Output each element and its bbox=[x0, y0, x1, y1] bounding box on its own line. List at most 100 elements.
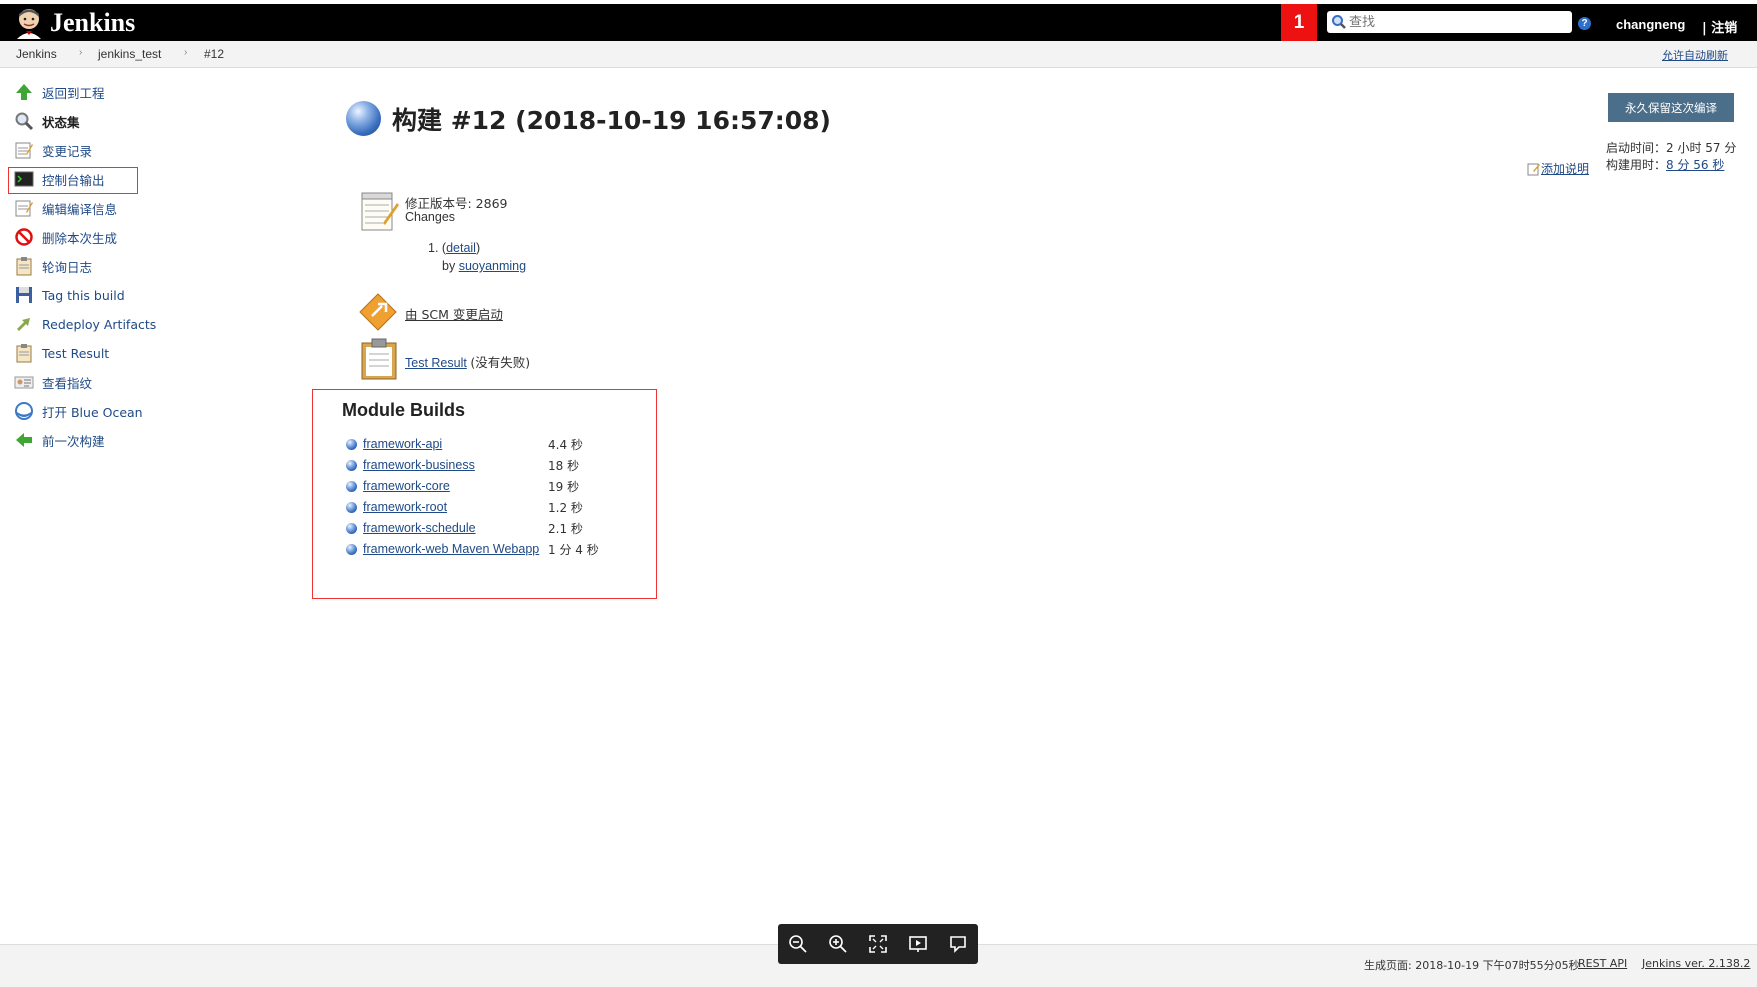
module-link[interactable]: framework-root bbox=[363, 500, 548, 514]
started-value: 2 小时 57 分 bbox=[1666, 141, 1737, 155]
search-icon bbox=[15, 112, 34, 131]
module-link[interactable]: framework-api bbox=[363, 437, 548, 451]
sidebar-item-label: Test Result bbox=[42, 345, 110, 361]
module-row: framework-schedule 2.1 秒 bbox=[346, 518, 583, 538]
sidebar-item-delete-build[interactable]: 删除本次生成 bbox=[14, 226, 117, 248]
build-duration: 构建用时：8 分 56 秒 bbox=[1606, 156, 1724, 173]
module-duration: 19 秒 bbox=[548, 479, 580, 494]
fingerprint-icon bbox=[14, 376, 34, 389]
search-input[interactable] bbox=[1347, 14, 1561, 30]
zoom-out-icon[interactable] bbox=[786, 932, 810, 956]
change-author-line: by suoyanming bbox=[442, 259, 526, 273]
breadcrumb-separator: › bbox=[184, 47, 188, 58]
module-row: framework-business 18 秒 bbox=[346, 455, 579, 475]
change-by-label: by bbox=[442, 259, 456, 273]
module-link[interactable]: framework-web Maven Webapp bbox=[363, 542, 548, 556]
module-status-ball-icon bbox=[346, 501, 357, 513]
sidebar-item-redeploy-artifacts[interactable]: Redeploy Artifacts bbox=[14, 313, 156, 335]
sidebar-item-status[interactable]: 状态集 bbox=[14, 110, 80, 132]
sidebar-item-label: Tag this build bbox=[42, 287, 125, 303]
module-row: framework-api 4.4 秒 bbox=[346, 434, 583, 454]
notification-badge[interactable]: 1 bbox=[1281, 4, 1317, 41]
duration-link[interactable]: 8 分 56 秒 bbox=[1666, 158, 1724, 172]
module-duration: 4.4 秒 bbox=[548, 437, 583, 452]
keep-build-forever-button[interactable]: 永久保留这次编译 bbox=[1608, 93, 1734, 122]
change-detail-link[interactable]: detail bbox=[446, 241, 476, 255]
page: Jenkins 1 ? changneng | 注销 Jenkins › jen… bbox=[0, 0, 1757, 987]
module-link[interactable]: framework-schedule bbox=[363, 521, 548, 535]
jenkins-version-link[interactable]: Jenkins ver. 2.138.2 bbox=[1642, 957, 1750, 970]
logout-link[interactable]: | 注销 bbox=[1702, 17, 1737, 36]
module-link[interactable]: framework-core bbox=[363, 479, 548, 493]
sidebar-item-label: 控制台输出 bbox=[42, 172, 105, 188]
sidebar-item-label: 打开 Blue Ocean bbox=[42, 404, 143, 420]
sidebar-item-label: 变更记录 bbox=[42, 143, 93, 159]
module-builds-title: Module Builds bbox=[342, 400, 465, 420]
image-viewer-toolbar bbox=[778, 924, 978, 964]
module-duration: 1.2 秒 bbox=[548, 500, 583, 515]
left-arrow-icon bbox=[16, 433, 32, 447]
module-link[interactable]: framework-business bbox=[363, 458, 548, 472]
clipboard-icon bbox=[16, 344, 32, 363]
clipboard-icon bbox=[16, 257, 32, 276]
rest-api-link[interactable]: REST API bbox=[1578, 957, 1627, 970]
sidebar-item-back-to-project[interactable]: 返回到工程 bbox=[14, 81, 105, 103]
sidebar-item-test-result[interactable]: Test Result bbox=[14, 342, 109, 364]
add-description-label: 添加说明 bbox=[1541, 162, 1590, 176]
sidebar-item-fingerprints[interactable]: 查看指纹 bbox=[14, 371, 92, 393]
build-status-ball-icon bbox=[346, 101, 381, 136]
sidebar-item-polling-log[interactable]: 轮询日志 bbox=[14, 255, 92, 277]
notepad-icon bbox=[361, 192, 399, 231]
started-time: 启动时间：2 小时 57 分 bbox=[1606, 139, 1736, 156]
notepad-icon bbox=[15, 200, 33, 217]
module-status-ball-icon bbox=[346, 522, 357, 534]
sidebar-item-console-output[interactable]: 控制台输出 bbox=[14, 168, 105, 190]
change-list-item: 1. (detail) bbox=[428, 241, 481, 255]
jenkins-butler-icon bbox=[17, 9, 41, 39]
module-status-ball-icon bbox=[346, 459, 357, 471]
breadcrumb-item-job[interactable]: jenkins_test bbox=[98, 47, 161, 61]
module-duration: 2.1 秒 bbox=[548, 521, 583, 536]
terminal-icon bbox=[14, 171, 34, 187]
sidebar-item-tag-build[interactable]: Tag this build bbox=[14, 284, 125, 306]
breadcrumb-separator: › bbox=[79, 47, 83, 58]
sidebar-item-blue-ocean[interactable]: 打开 Blue Ocean bbox=[14, 400, 143, 422]
up-arrow-icon bbox=[16, 84, 32, 100]
change-author-link[interactable]: suoyanming bbox=[459, 259, 526, 273]
breadcrumb-item-build[interactable]: #12 bbox=[204, 47, 224, 61]
top-header: Jenkins 1 ? changneng | 注销 bbox=[0, 4, 1757, 41]
scm-cause-link[interactable]: 由 SCM 变更启动 bbox=[405, 304, 503, 323]
zoom-in-icon[interactable] bbox=[826, 932, 850, 956]
jenkins-logo[interactable]: Jenkins bbox=[14, 6, 135, 40]
module-duration: 18 秒 bbox=[548, 458, 580, 473]
fullscreen-icon[interactable] bbox=[866, 932, 890, 956]
test-result-line: Test Result (没有失败) bbox=[405, 352, 530, 371]
duration-label: 构建用时： bbox=[1606, 158, 1667, 172]
help-icon[interactable]: ? bbox=[1578, 17, 1591, 30]
module-status-ball-icon bbox=[346, 438, 357, 450]
sidebar-item-edit-build-info[interactable]: 编辑编译信息 bbox=[14, 197, 117, 219]
add-description-link[interactable]: 添加说明 bbox=[1527, 160, 1589, 177]
scm-diamond-icon bbox=[359, 293, 397, 331]
present-icon[interactable] bbox=[906, 932, 930, 956]
sidebar-item-previous-build[interactable]: 前一次构建 bbox=[14, 429, 105, 451]
username-link[interactable]: changneng bbox=[1616, 17, 1685, 32]
search-box[interactable] bbox=[1327, 11, 1572, 33]
breadcrumb-item-jenkins[interactable]: Jenkins bbox=[16, 47, 57, 61]
sidebar-item-changes[interactable]: 变更记录 bbox=[14, 139, 92, 161]
sidebar-item-label: 返回到工程 bbox=[42, 85, 105, 101]
blue-ocean-icon bbox=[15, 402, 33, 420]
page-generated-time: 生成页面: 2018-10-19 下午07时55分05秒 bbox=[1364, 959, 1580, 972]
page-title: 构建 #12 (2018-10-19 16:57:08) bbox=[392, 106, 831, 135]
auto-refresh-link[interactable]: 允许自动刷新 bbox=[1662, 47, 1728, 63]
module-row: framework-core 19 秒 bbox=[346, 476, 579, 496]
sidebar-item-label: Redeploy Artifacts bbox=[42, 316, 157, 332]
notepad-icon bbox=[15, 142, 33, 159]
test-result-link[interactable]: Test Result bbox=[405, 356, 467, 370]
edit-icon bbox=[1527, 163, 1540, 175]
module-status-ball-icon bbox=[346, 480, 357, 492]
started-label: 启动时间： bbox=[1606, 141, 1667, 155]
sidebar-item-label: 编辑编译信息 bbox=[42, 201, 118, 217]
comment-icon[interactable] bbox=[946, 932, 970, 956]
module-duration: 1 分 4 秒 bbox=[548, 542, 599, 557]
